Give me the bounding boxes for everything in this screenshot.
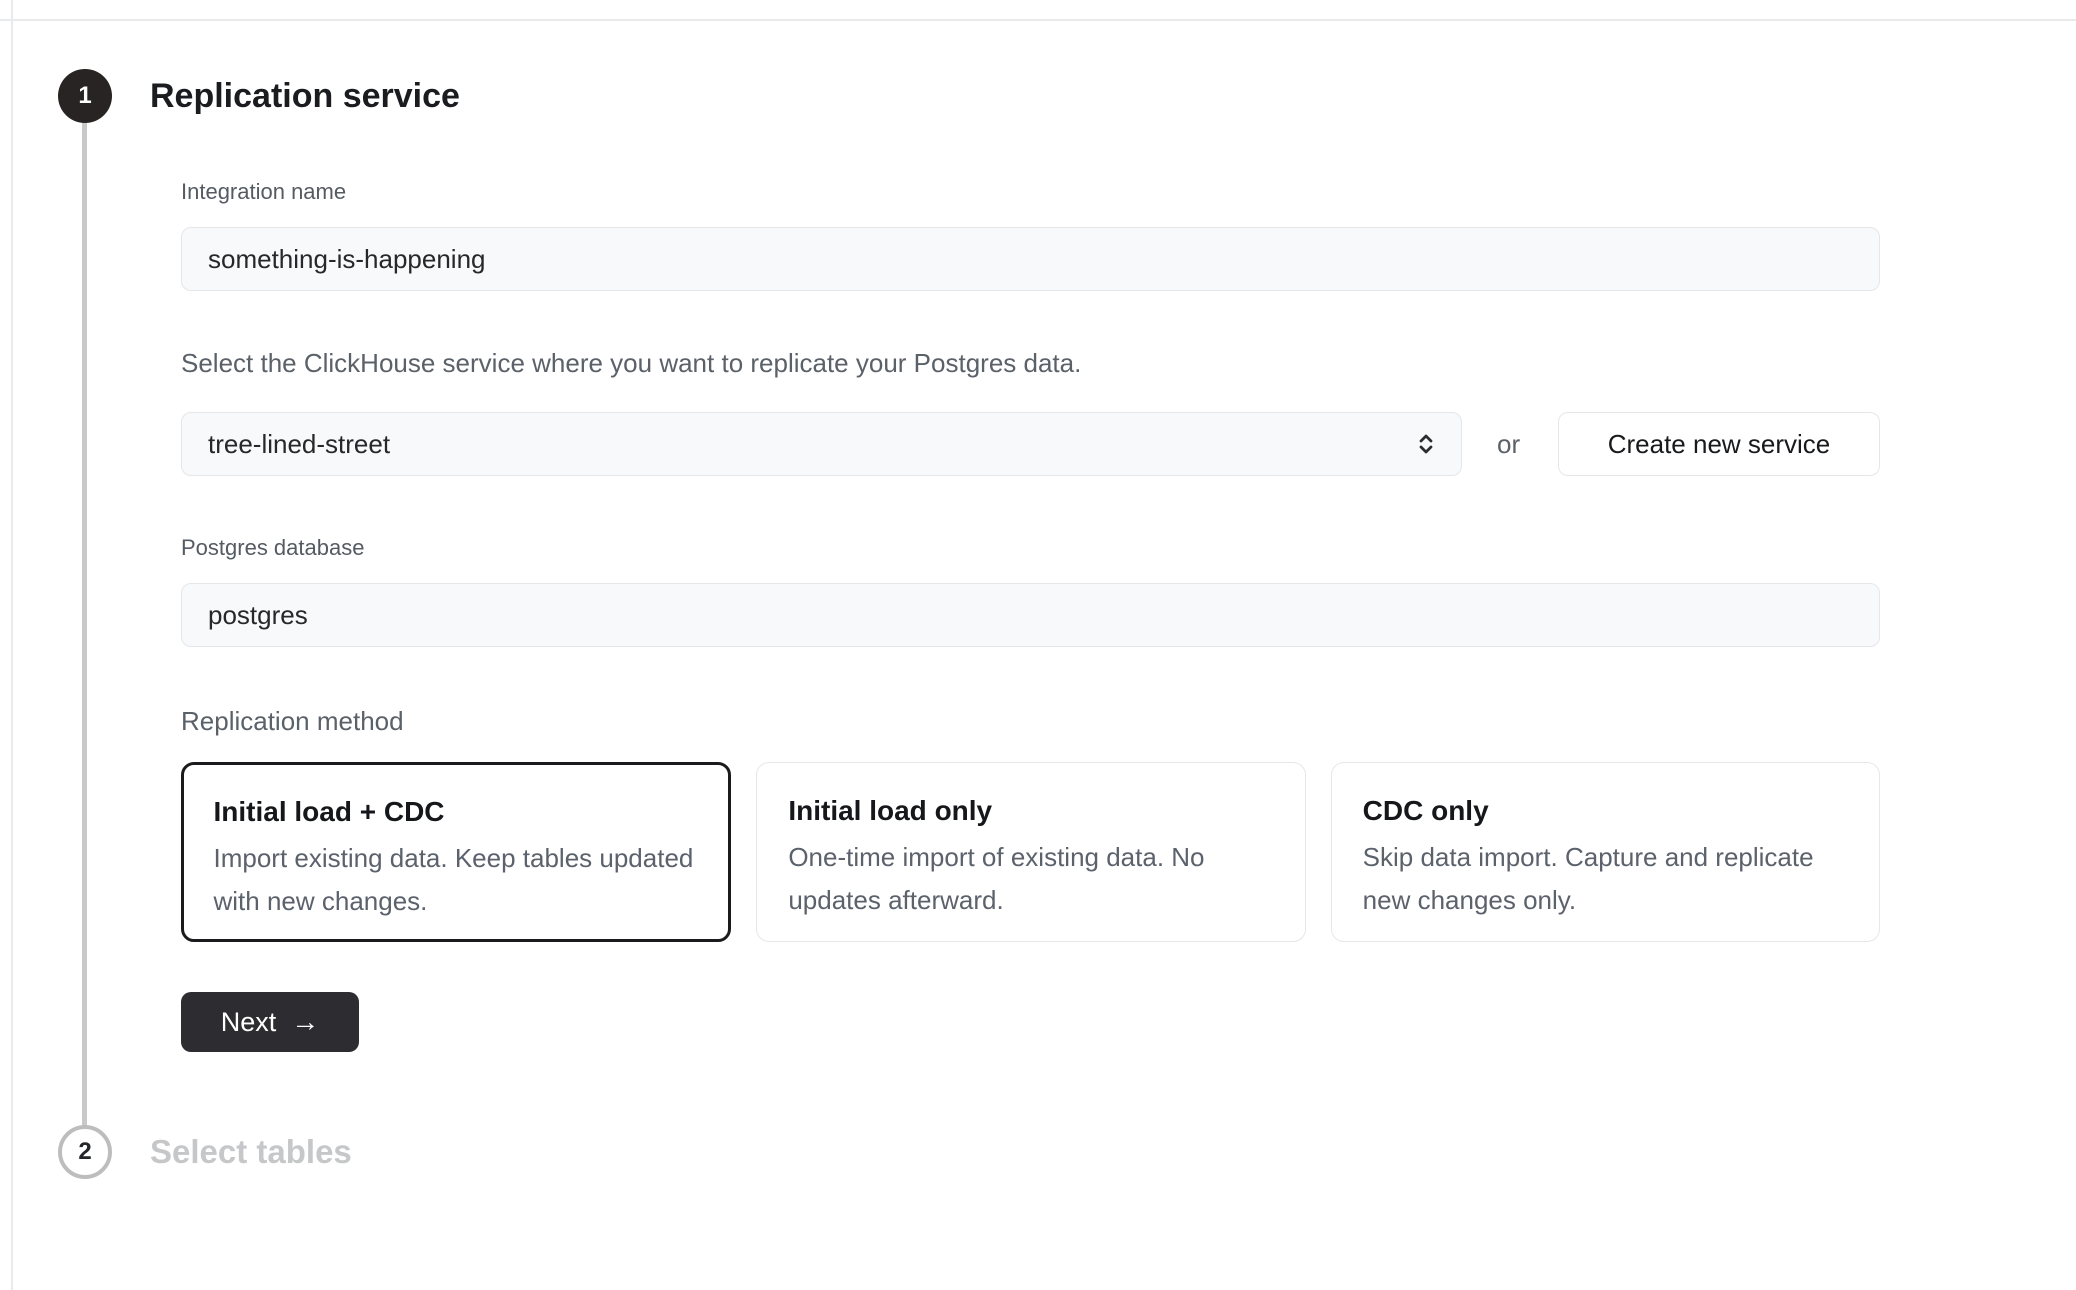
replication-method-label: Replication method [181, 705, 1880, 737]
next-button[interactable]: Next → [181, 992, 359, 1052]
postgres-database-input[interactable] [181, 583, 1880, 647]
next-button-label: Next [221, 1007, 277, 1038]
postgres-database-label: Postgres database [181, 534, 1880, 562]
page-top-border [0, 19, 2076, 21]
method-card-title: Initial load only [788, 794, 1276, 828]
step-1-indicator: 1 [58, 69, 112, 123]
step-1-title: Replication service [150, 74, 460, 118]
arrow-right-icon: → [291, 1008, 319, 1036]
step-connector-line [82, 96, 87, 1152]
step-2-title: Select tables [150, 1130, 352, 1174]
integration-name-label: Integration name [181, 178, 1880, 206]
method-card-description: Import existing data. Keep tables update… [214, 837, 702, 923]
clickhouse-service-select[interactable]: tree-lined-street [181, 412, 1462, 476]
integration-name-input[interactable] [181, 227, 1880, 291]
step-2-indicator: 2 [58, 1125, 112, 1179]
service-select-description: Select the ClickHouse service where you … [181, 347, 1880, 379]
clickhouse-service-selected-value: tree-lined-street [208, 429, 390, 460]
method-card-cdc-only[interactable]: CDC only Skip data import. Capture and r… [1331, 762, 1880, 942]
method-card-initial-load-only[interactable]: Initial load only One-time import of exi… [756, 762, 1305, 942]
method-card-description: Skip data import. Capture and replicate … [1363, 836, 1851, 922]
unfold-chevron-icon [1411, 429, 1441, 459]
replication-method-options: Initial load + CDC Import existing data.… [181, 762, 1880, 942]
or-label: or [1497, 429, 1520, 460]
replication-service-form: Integration name Select the ClickHouse s… [181, 178, 1880, 1052]
step-2-number: 2 [78, 1138, 91, 1166]
method-card-description: One-time import of existing data. No upd… [788, 836, 1276, 922]
page-left-border [11, 0, 13, 1290]
method-card-title: Initial load + CDC [214, 795, 702, 829]
replication-setup-page: 1 Replication service Integration name S… [0, 0, 2076, 1290]
method-card-initial-load-cdc[interactable]: Initial load + CDC Import existing data.… [181, 762, 731, 942]
create-new-service-button[interactable]: Create new service [1558, 412, 1880, 476]
step-1-number: 1 [78, 82, 91, 110]
service-select-row: tree-lined-street or Create new service [181, 412, 1880, 476]
method-card-title: CDC only [1363, 794, 1851, 828]
